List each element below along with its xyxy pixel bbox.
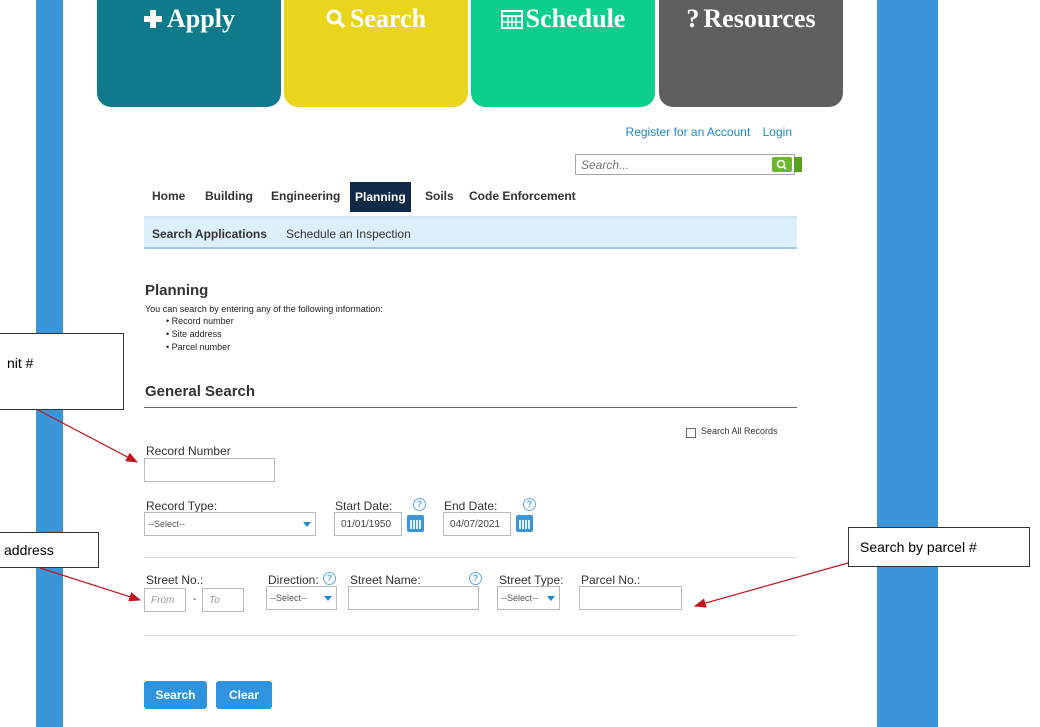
magnifier-icon — [326, 9, 346, 29]
street-no-from-input[interactable] — [144, 588, 186, 612]
start-date-label: Start Date: — [335, 499, 393, 513]
record-number-label: Record Number — [146, 444, 231, 458]
start-date-input[interactable] — [334, 512, 402, 536]
search-icon — [776, 159, 787, 170]
range-dash: - — [193, 594, 197, 605]
heading-divider — [144, 407, 797, 408]
direction-select[interactable]: --Select-- — [266, 586, 337, 610]
login-link[interactable]: Login — [763, 125, 792, 139]
search-tile[interactable]: Search — [284, 0, 468, 107]
callout-address-text: address — [4, 542, 54, 558]
global-search — [575, 154, 802, 175]
record-type-value: --Select-- — [148, 519, 186, 529]
page-title: Planning — [145, 282, 209, 299]
end-date-help-icon[interactable]: ? — [523, 498, 536, 511]
nav-building[interactable]: Building — [205, 189, 253, 203]
resources-label: Resources — [703, 4, 816, 33]
question-icon: ? — [686, 4, 700, 33]
record-type-select[interactable]: --Select-- — [144, 512, 316, 536]
street-type-select[interactable]: --Select-- — [497, 586, 560, 610]
chevron-down-icon — [324, 596, 332, 601]
bullet-site-address: • Site address — [166, 329, 222, 339]
apply-tile[interactable]: Apply — [97, 0, 281, 107]
chevron-down-icon — [547, 596, 555, 601]
street-name-help-icon[interactable]: ? — [469, 572, 482, 585]
start-date-calendar-icon[interactable] — [407, 515, 424, 532]
end-date-calendar-icon[interactable] — [516, 515, 533, 532]
street-name-input[interactable] — [348, 586, 479, 610]
search-tile-label: Search — [349, 4, 427, 33]
arrow-to-parcel-no — [693, 562, 849, 608]
nav-home[interactable]: Home — [152, 189, 185, 203]
form-bottom-divider — [144, 635, 797, 636]
right-blue-band — [877, 0, 938, 727]
end-date-input[interactable] — [443, 512, 511, 536]
apply-label: Apply — [167, 4, 235, 33]
callout-permit-text: nit # — [7, 355, 34, 371]
record-type-label: Record Type: — [146, 499, 218, 513]
nav-planning[interactable]: Planning — [350, 182, 411, 212]
search-button[interactable]: Search — [144, 681, 207, 709]
general-search-heading: General Search — [145, 383, 256, 400]
search-all-records-label: Search All Records — [701, 426, 778, 436]
parcel-no-label: Parcel No.: — [581, 573, 641, 587]
subnav-schedule-inspection[interactable]: Schedule an Inspection — [286, 227, 411, 241]
global-search-input[interactable] — [581, 156, 751, 173]
nav-engineering[interactable]: Engineering — [271, 189, 340, 203]
search-dropdown-toggle[interactable] — [794, 157, 802, 172]
intro-text: You can search by entering any of the fo… — [145, 304, 383, 314]
global-search-button[interactable] — [772, 157, 792, 172]
sub-nav: Search Applications Schedule an Inspecti… — [144, 216, 797, 249]
chevron-down-icon — [303, 522, 311, 527]
parcel-no-input[interactable] — [579, 586, 682, 610]
direction-label: Direction: — [268, 573, 319, 587]
direction-help-icon[interactable]: ? — [323, 572, 336, 585]
plus-icon — [144, 10, 163, 28]
nav-code-enforcement[interactable]: Code Enforcement — [469, 189, 576, 203]
schedule-label: Schedule — [525, 4, 626, 33]
callout-address: address — [0, 532, 99, 568]
bullet-parcel-number: • Parcel number — [166, 342, 231, 352]
record-number-input[interactable] — [144, 458, 275, 482]
start-date-help-icon[interactable]: ? — [413, 498, 426, 511]
bullet-record-number: • Record number — [166, 316, 234, 326]
section-divider — [144, 557, 797, 558]
street-name-label: Street Name: — [350, 573, 421, 587]
callout-permit-number: nit # — [0, 333, 124, 410]
register-link[interactable]: Register for an Account — [626, 125, 751, 139]
direction-value: --Select-- — [270, 593, 308, 603]
calendar-icon — [500, 10, 523, 29]
callout-parcel-text: Search by parcel # — [860, 539, 977, 555]
street-no-to-input[interactable] — [202, 588, 244, 612]
end-date-label: End Date: — [444, 499, 498, 513]
schedule-tile[interactable]: Schedule — [471, 0, 655, 107]
street-type-value: --Select-- — [501, 593, 539, 603]
resources-tile[interactable]: ? Resources — [659, 0, 843, 107]
street-no-label: Street No.: — [146, 573, 204, 587]
nav-soils[interactable]: Soils — [425, 189, 454, 203]
search-all-records-checkbox[interactable] — [686, 428, 696, 438]
clear-button[interactable]: Clear — [216, 681, 272, 709]
street-type-label: Street Type: — [499, 573, 564, 587]
subnav-search-applications[interactable]: Search Applications — [152, 227, 267, 241]
account-links: Register for an Account Login — [617, 125, 792, 139]
callout-parcel: Search by parcel # — [848, 527, 1030, 567]
